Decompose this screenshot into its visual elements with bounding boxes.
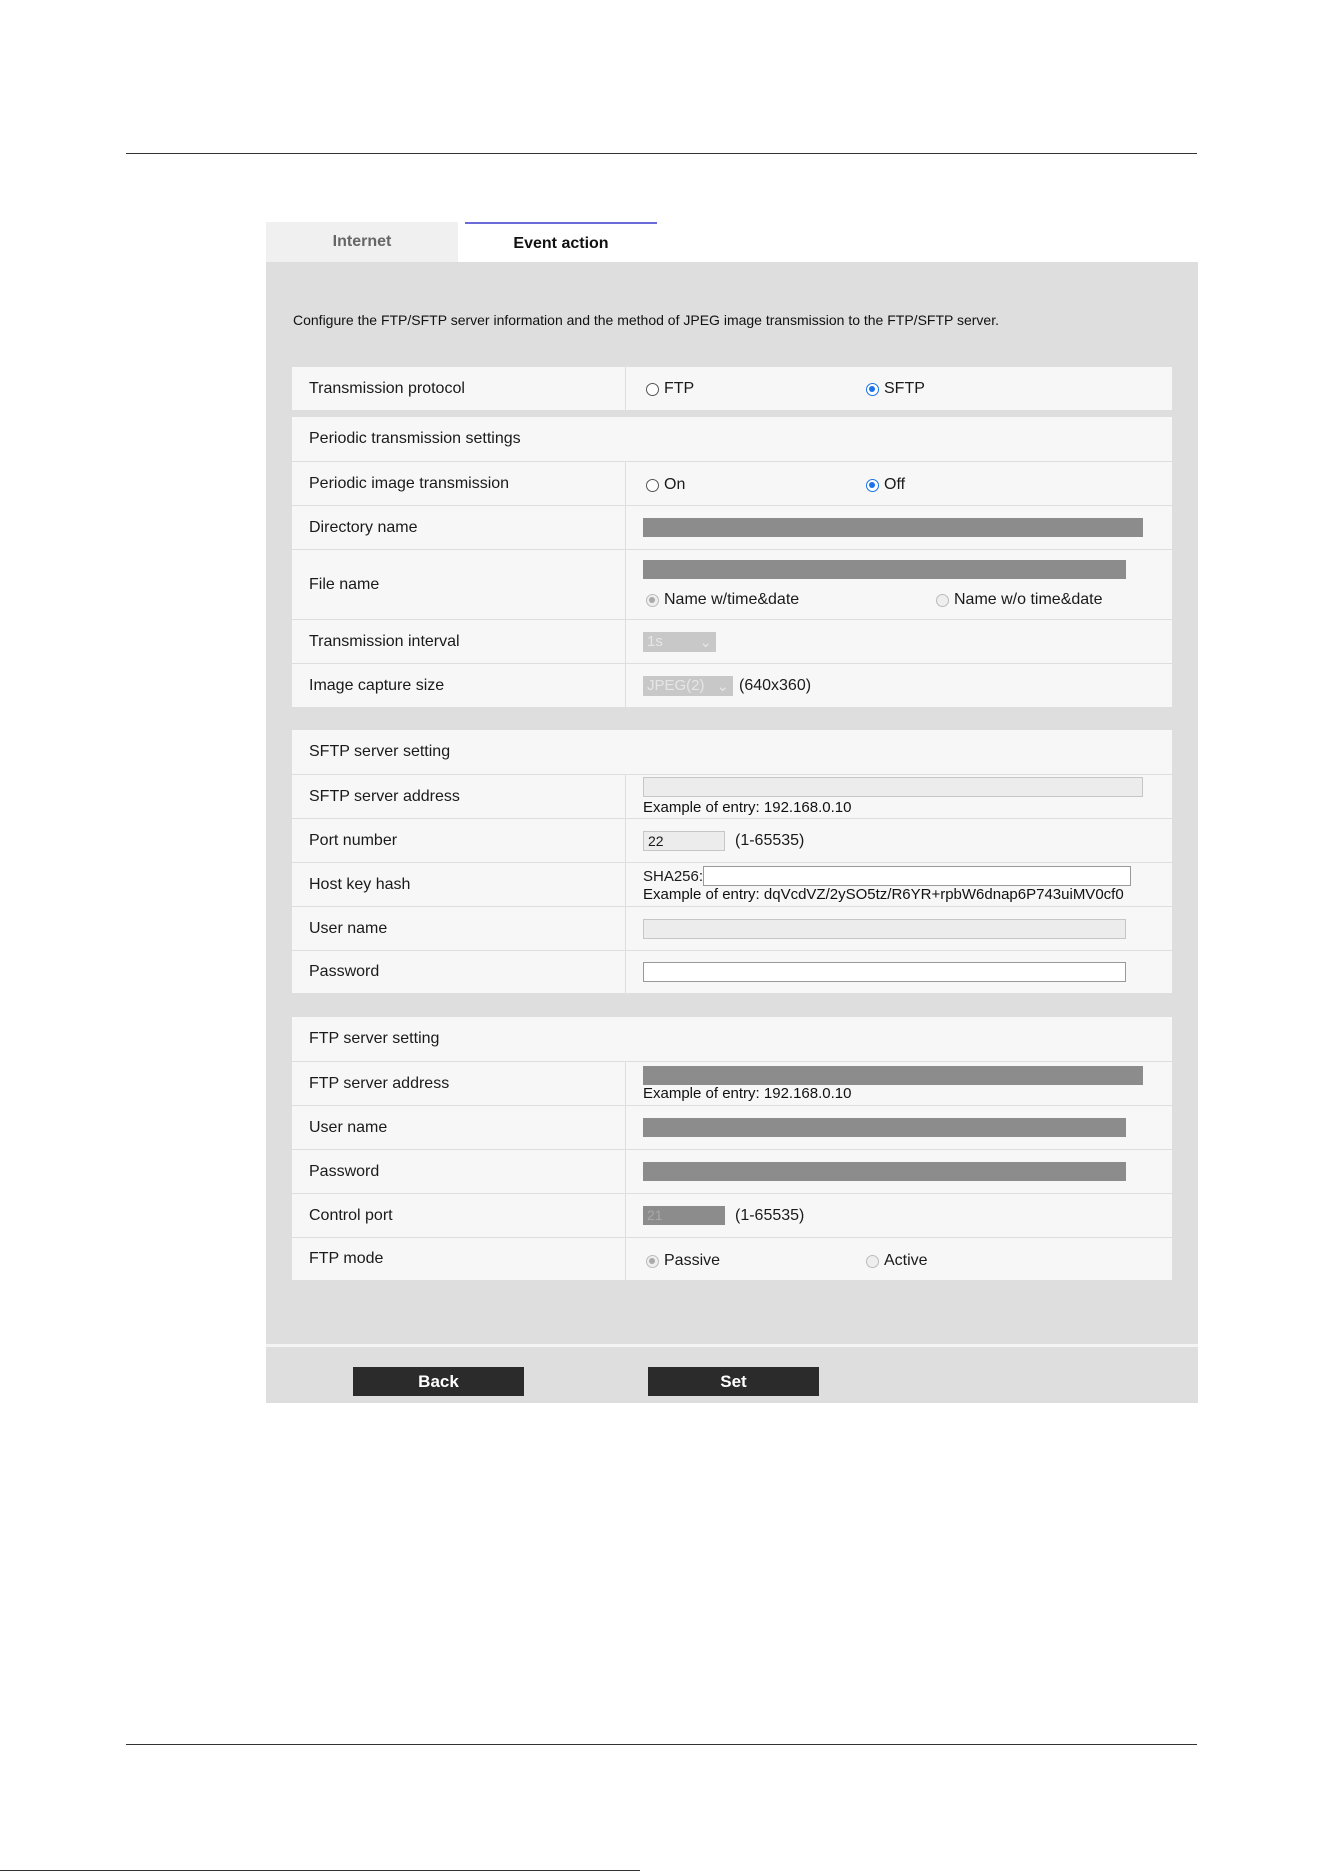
tab-event-action[interactable]: Event action: [465, 222, 657, 262]
radio-disabled-icon: [866, 1254, 879, 1268]
sftp-password-label: Password: [292, 951, 626, 993]
radio-disabled-selected-icon: [646, 593, 659, 607]
capture-size-label: Image capture size: [292, 664, 626, 707]
radio-disabled-selected-icon: [646, 1254, 659, 1268]
periodic-header: Periodic transmission settings: [292, 417, 1172, 461]
ftp-passive-radio[interactable]: Passive: [646, 1252, 720, 1270]
back-button[interactable]: Back: [353, 1367, 524, 1396]
interval-label: Transmission interval: [292, 620, 626, 663]
port-range: (1-65535): [735, 831, 805, 849]
ftp-active-radio[interactable]: Active: [866, 1252, 928, 1270]
host-key-hash-input[interactable]: [703, 866, 1132, 886]
interval-select[interactable]: 1s ⌄: [643, 631, 716, 652]
ftp-section: FTP server setting FTP server address Ex…: [292, 1017, 1172, 1280]
sftp-header: SFTP server setting: [292, 730, 1172, 774]
radio-icon: [646, 382, 659, 396]
radio-selected-icon: [866, 382, 879, 396]
ftp-password-label: Password: [292, 1150, 626, 1193]
radio-icon: [646, 478, 659, 492]
periodic-off-radio[interactable]: Off: [866, 476, 905, 494]
intro-text: Configure the FTP/SFTP server informatio…: [293, 312, 999, 328]
footnote-rule: [0, 1870, 640, 1871]
ftp-user-name-input[interactable]: [643, 1118, 1126, 1137]
periodic-section: Periodic transmission settings Periodic …: [292, 417, 1172, 707]
ftp-user-name-label: User name: [292, 1106, 626, 1149]
sftp-password-input[interactable]: [643, 962, 1126, 982]
control-port-input[interactable]: 21: [643, 1206, 725, 1225]
name-without-time-radio[interactable]: Name w/o time&date: [936, 591, 1103, 609]
chevron-down-icon: ⌄: [699, 633, 712, 651]
protocol-ftp-radio[interactable]: FTP: [646, 380, 694, 398]
sftp-user-name-label: User name: [292, 907, 626, 950]
ftp-header: FTP server setting: [292, 1017, 1172, 1061]
name-with-time-radio[interactable]: Name w/time&date: [646, 591, 799, 609]
sftp-user-name-input[interactable]: [643, 918, 1126, 939]
capture-size-select[interactable]: JPEG(2) ⌄: [643, 675, 733, 696]
periodic-image-label: Periodic image transmission: [292, 462, 626, 505]
sftp-address-hint: Example of entry: 192.168.0.10: [643, 799, 852, 816]
radio-selected-icon: [866, 478, 879, 492]
control-port-label: Control port: [292, 1194, 626, 1237]
file-name-label: File name: [292, 550, 626, 619]
bottom-rule: [126, 1744, 1197, 1745]
sftp-address-input[interactable]: [643, 777, 1143, 797]
sftp-section: SFTP server setting SFTP server address …: [292, 730, 1172, 993]
control-port-range: (1-65535): [735, 1206, 805, 1224]
ftp-address-label: FTP server address: [292, 1062, 626, 1105]
ftp-mode-label: FTP mode: [292, 1238, 626, 1280]
sftp-address-label: SFTP server address: [292, 775, 626, 818]
sha256-prefix: SHA256:: [643, 867, 704, 885]
directory-name-label: Directory name: [292, 506, 626, 549]
port-number-input[interactable]: 22: [643, 830, 725, 851]
radio-disabled-icon: [936, 593, 949, 607]
protocol-sftp-radio[interactable]: SFTP: [866, 380, 925, 398]
directory-name-input[interactable]: [643, 518, 1143, 537]
protocol-label: Transmission protocol: [292, 367, 626, 410]
ftp-password-input[interactable]: [643, 1162, 1126, 1181]
top-rule: [126, 153, 1197, 154]
button-bar: Back Set: [266, 1344, 1198, 1403]
port-number-label: Port number: [292, 819, 626, 862]
ftp-address-hint: Example of entry: 192.168.0.10: [643, 1084, 852, 1102]
ftp-address-input[interactable]: [643, 1065, 1143, 1085]
set-button[interactable]: Set: [648, 1367, 819, 1396]
host-key-hash-label: Host key hash: [292, 863, 626, 906]
tab-internet[interactable]: Internet: [266, 222, 458, 262]
protocol-section: Transmission protocol FTP SFTP: [292, 367, 1172, 410]
periodic-on-radio[interactable]: On: [646, 476, 685, 494]
file-name-input[interactable]: [643, 560, 1126, 579]
capture-resolution: (640x360): [739, 676, 812, 694]
chevron-down-icon: ⌄: [716, 677, 729, 695]
host-key-hash-hint: Example of entry: dqVcdVZ/2ySO5tz/R6YR+r…: [643, 886, 1124, 903]
